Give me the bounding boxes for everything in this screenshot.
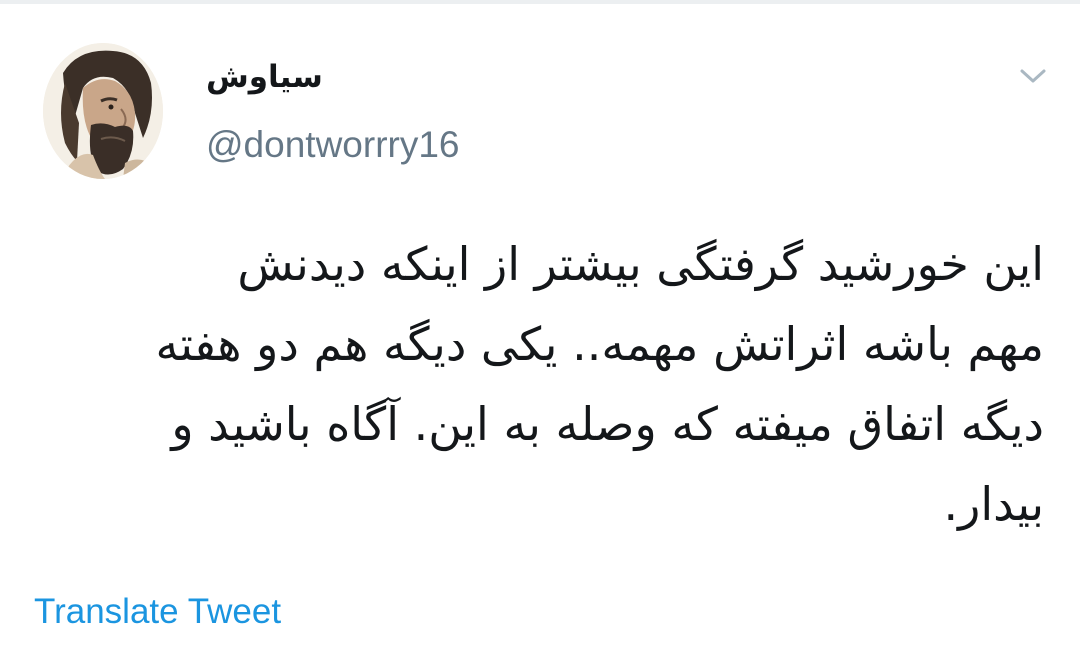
tweet-text-line: مهم باشه اثراتش مهمه.. یکی دیگه هم دو هف…: [155, 317, 1044, 371]
tweet-text-line: دیگه اتفاق میفته که وصله به این. آگاه با…: [171, 397, 1044, 451]
top-divider: [0, 0, 1080, 4]
translate-tweet-link[interactable]: Translate Tweet: [34, 590, 281, 634]
author-avatar[interactable]: [43, 43, 163, 179]
author-handle[interactable]: @dontworrry16: [206, 122, 460, 168]
more-options-button[interactable]: [1015, 60, 1051, 96]
avatar-image: [43, 43, 163, 179]
tweet-text: این خورشید گرفتگی بیشتر از اینکه دیدنش م…: [34, 224, 1044, 544]
tweet-text-line: بیدار.: [943, 477, 1044, 531]
tweet-text-line: این خورشید گرفتگی بیشتر از اینکه دیدنش: [237, 237, 1044, 291]
author-display-name[interactable]: سیاوش: [206, 57, 336, 97]
chevron-down-icon: [1018, 66, 1048, 90]
